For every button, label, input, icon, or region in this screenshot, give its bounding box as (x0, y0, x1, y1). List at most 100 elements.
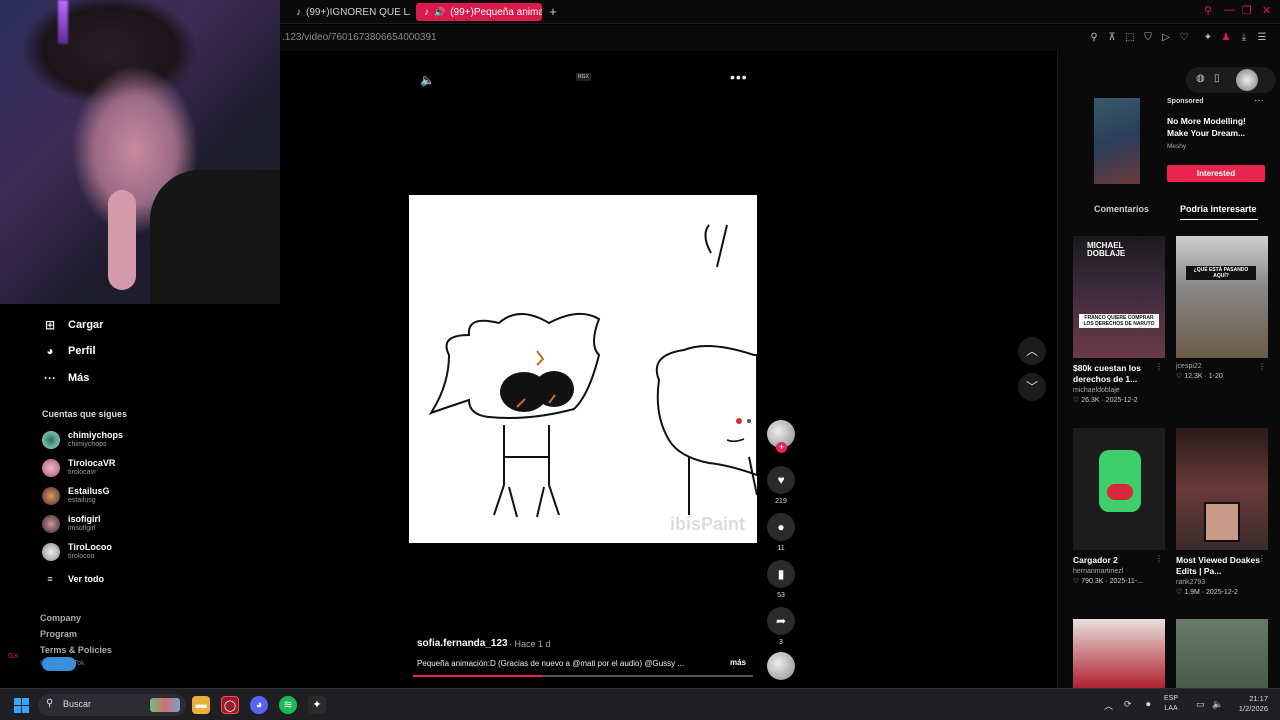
previous-video-button[interactable]: ︿ (1018, 337, 1046, 365)
save-button[interactable]: ▮ (767, 560, 795, 588)
recommended-card[interactable]: Cargador 2 hernanmartinezl ♡ 790.3K · 20… (1073, 428, 1165, 585)
spotify-icon[interactable]: ≋ (279, 696, 297, 714)
lang-layout: LAA (1164, 705, 1178, 712)
search-icon[interactable]: ⚲ (1088, 32, 1100, 44)
follow-plus-icon[interactable]: + (776, 442, 787, 453)
thumb-mouth (1107, 484, 1133, 500)
screenshot-icon[interactable]: ⬚ (1124, 32, 1136, 44)
volume-icon[interactable]: 🔈 (1212, 699, 1223, 710)
search-label: Buscar (63, 699, 92, 709)
footer-program[interactable]: Program (40, 629, 77, 639)
more-options-icon[interactable]: ••• (730, 69, 748, 85)
progress-bar[interactable] (413, 675, 753, 677)
recommended-card[interactable]: ¿QUÉ ESTÁ PASANDO AQUÍ? jcespi22 ♡ 12.3K… (1176, 236, 1268, 380)
upload-icon: ⊞ (44, 318, 56, 332)
app-icon[interactable]: ✦ (308, 696, 326, 714)
ad-title[interactable]: No More Modelling! Make Your Dream... (1167, 115, 1257, 139)
url-field[interactable]: .123/video/7601673806654000391 (282, 32, 437, 43)
phone-icon[interactable]: ▯ (1214, 73, 1220, 84)
account-icon[interactable]: ♟ (1220, 32, 1232, 44)
card-meta: ♡ 790.3K · 2025-11-... (1073, 578, 1143, 585)
card-menu-icon[interactable]: ⋮ (1258, 362, 1266, 371)
share-button[interactable]: ➦ (767, 607, 795, 635)
see-all-link[interactable]: ≡ Ver todo (42, 574, 104, 584)
sync-icon[interactable]: ⟳ (1124, 699, 1132, 710)
card-thumbnail (1176, 428, 1268, 550)
card-meta: ♡ 26.3K · 2025-12-2 (1073, 397, 1138, 404)
avatar (42, 515, 60, 533)
tab-recommended[interactable]: Podría interesarte (1180, 204, 1257, 214)
footer-company[interactable]: Company (40, 613, 81, 623)
file-explorer-icon[interactable]: ▬ (192, 696, 210, 714)
like-count: 219 (775, 498, 787, 505)
following-item[interactable]: chimiychops chimiychops (42, 430, 123, 450)
browser-tab[interactable]: ♪ (99+)IGNOREN QUE LAS (288, 3, 410, 21)
menu-icon[interactable]: ☰ (1256, 32, 1268, 44)
interested-button[interactable]: Interested (1167, 165, 1265, 182)
taskbar-search[interactable]: ⚲ Buscar (38, 694, 186, 716)
browser-tab-active[interactable]: ♪ 🔊 (99+)Pequeña animaci (416, 3, 542, 21)
following-name: TiroLocoo (68, 542, 112, 552)
profile-icon: ◕ (46, 344, 54, 358)
nav-more[interactable]: ··· Más (42, 371, 89, 385)
following-handle: imsofigirl (68, 525, 96, 532)
close-window-button[interactable]: ✕ (1262, 4, 1271, 17)
compass-icon[interactable]: ◍ (1196, 73, 1205, 84)
search-tabs-icon[interactable]: ⚲ (1204, 4, 1212, 17)
footer-terms[interactable]: Terms & Policies (40, 645, 112, 655)
tab-label: (99+)Pequeña animaci (450, 6, 542, 18)
volume-icon[interactable]: 🔈 (420, 73, 435, 87)
recommended-card-partial[interactable] (1073, 619, 1165, 688)
download-icon[interactable]: ⤓ (1238, 32, 1250, 44)
browser-tab-bar: ♪ (99+)IGNOREN QUE LAS ♪ 🔊 (99+)Pequeña … (280, 0, 1280, 24)
video-author[interactable]: sofia.fernanda_123 (417, 638, 508, 649)
sponsored-label: Sponsored (1167, 98, 1204, 105)
card-menu-icon[interactable]: ⋮ (1155, 362, 1163, 371)
recommended-card[interactable]: Most Viewed Doakes Edits | Pa... rank279… (1176, 428, 1268, 596)
card-menu-icon[interactable]: ⋮ (1258, 554, 1266, 563)
user-avatar[interactable] (1236, 69, 1258, 91)
heart-icon[interactable]: ♡ (1178, 32, 1190, 44)
nav-upload[interactable]: ⊞ Cargar (42, 318, 104, 332)
clock[interactable]: 21:17 1/2/2026 (1224, 694, 1268, 714)
extensions-icon[interactable]: ✦ (1202, 32, 1214, 44)
card-meta: ♡ 12.3K · 1-20 (1176, 373, 1223, 380)
following-item[interactable]: TiroLocoo tirolocoo (42, 542, 112, 562)
creator-avatar[interactable]: + (767, 420, 795, 453)
rgx-badge: RGX (576, 73, 591, 81)
discord-icon[interactable]: ◕ (250, 696, 268, 714)
like-button[interactable]: ♥ (767, 466, 795, 494)
microphone-icon[interactable]: ⏺ (1146, 699, 1151, 710)
os-taskbar: ⚲ Buscar ▬ ◯ ◕ ≋ ✦ ︿ ⟳ ⏺ ESP LAA ▭ 🔈 21:1… (0, 688, 1280, 720)
more-caption-link[interactable]: más (730, 658, 746, 667)
minimize-button[interactable]: — (1224, 4, 1235, 16)
play-icon[interactable]: ▷ (1160, 32, 1172, 44)
music-disc[interactable] (767, 652, 795, 680)
comment-button[interactable]: ● (767, 513, 795, 541)
ad-thumbnail[interactable] (1094, 98, 1140, 184)
windows-start-icon[interactable] (14, 698, 29, 713)
following-item[interactable]: TirolocaVR tirolocavr (42, 458, 115, 478)
video-frame[interactable]: ibisPaint (409, 195, 757, 543)
display-icon[interactable]: ▭ (1196, 699, 1205, 710)
following-item[interactable]: isofigirl imsofigirl (42, 514, 101, 534)
tab-comments[interactable]: Comentarios (1094, 204, 1149, 214)
following-item[interactable]: EstailusG estailusg (42, 486, 110, 506)
shield-icon[interactable]: ⛉ (1142, 32, 1154, 44)
comment-icon: ● (777, 520, 785, 534)
ad-menu-icon[interactable]: ··· (1254, 95, 1264, 106)
card-menu-icon[interactable]: ⋮ (1155, 554, 1163, 563)
recommended-card[interactable]: MICHAEL DOBLAJE FRANCO QUIERE COMPRAR LO… (1073, 236, 1165, 404)
language-indicator[interactable]: ESP LAA (1164, 694, 1178, 714)
nav-profile[interactable]: ◕ Perfil (42, 344, 95, 358)
following-name: isofigirl (68, 514, 101, 524)
recommended-card-partial[interactable] (1176, 619, 1268, 688)
opera-gx-icon[interactable]: ◯ (221, 696, 239, 714)
new-tab-button[interactable]: + (545, 3, 561, 21)
card-thumbnail (1073, 428, 1165, 550)
next-video-button[interactable]: ﹀ (1018, 373, 1046, 401)
pin-icon[interactable]: ⊼ (1106, 32, 1118, 44)
maximize-button[interactable]: ❐ (1242, 4, 1252, 17)
tray-chevron-icon[interactable]: ︿ (1104, 699, 1113, 712)
card-author: hernanmartinezl (1073, 568, 1124, 575)
